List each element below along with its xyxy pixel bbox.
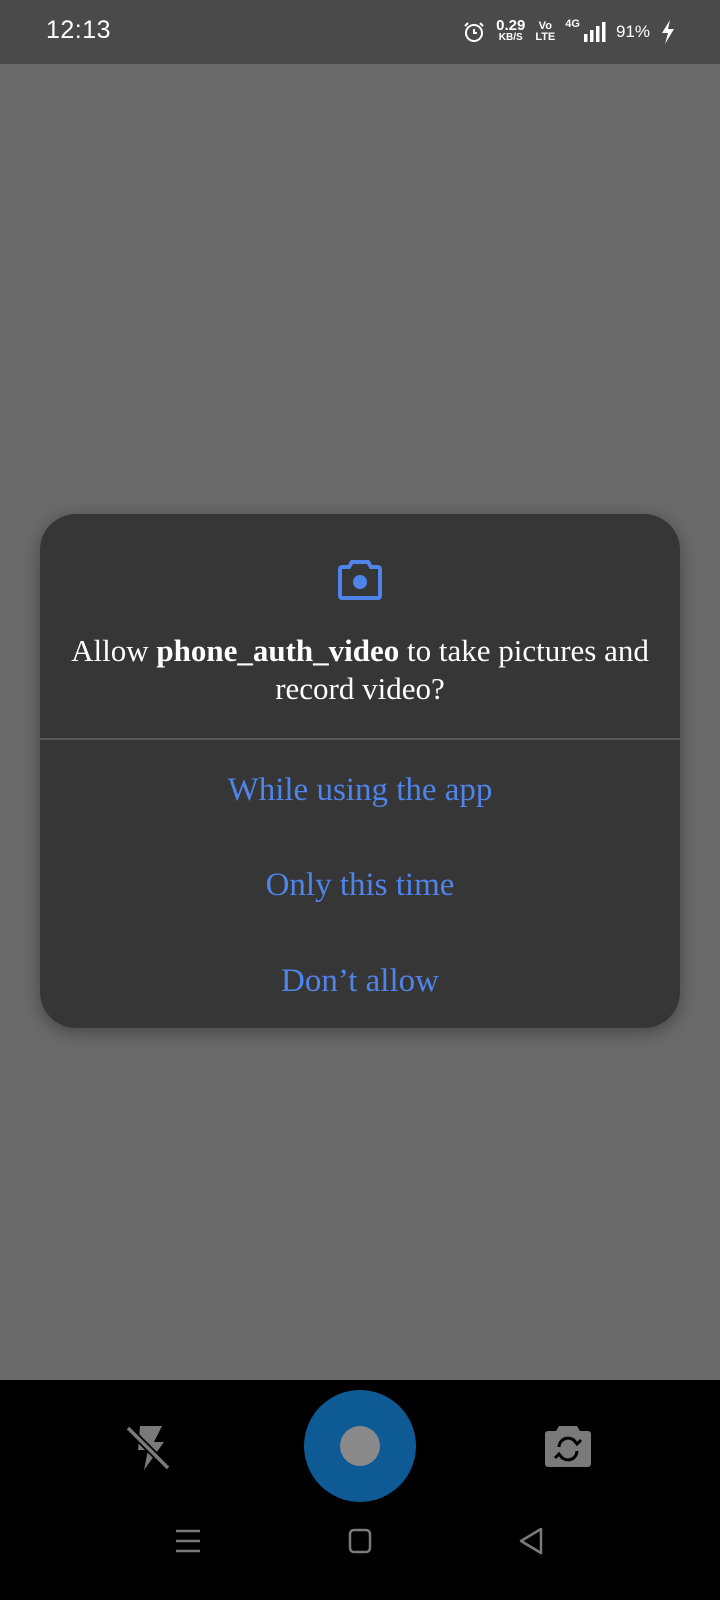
- permission-dialog: Allow phone_auth_video to take pictures …: [40, 514, 680, 1028]
- battery-percent: 91%: [615, 22, 650, 41]
- net-speed-unit: KB/S: [498, 32, 523, 43]
- signal-icon: [583, 22, 606, 42]
- volte-indicator: Vo LTE: [535, 21, 555, 43]
- camera-controls: [0, 1380, 720, 1600]
- flash-off-icon[interactable]: [124, 1422, 172, 1474]
- home-icon[interactable]: [348, 1528, 372, 1554]
- volte-bottom: LTE: [535, 31, 556, 43]
- camera-icon: [338, 560, 382, 600]
- message-prefix: Allow: [71, 633, 157, 668]
- alarm-icon: [464, 22, 484, 42]
- net-speed: 0.29 KB/S: [496, 17, 526, 44]
- dialog-divider: [40, 738, 680, 740]
- status-bar: 12:13 0.29 KB/S Vo LTE 4G 91%: [0, 0, 720, 64]
- back-icon[interactable]: [518, 1526, 544, 1556]
- dialog-message: Allow phone_auth_video to take pictures …: [70, 632, 650, 708]
- recents-icon[interactable]: [174, 1528, 202, 1554]
- status-icons: 0.29 KB/S Vo LTE 4G 91%: [462, 14, 676, 50]
- only-this-time-button[interactable]: Only this time: [40, 845, 680, 925]
- shutter-button[interactable]: [304, 1390, 416, 1502]
- switch-camera-icon[interactable]: [544, 1424, 592, 1468]
- network-type: 4G: [565, 18, 580, 30]
- status-time: 12:13: [46, 16, 112, 44]
- while-using-app-button[interactable]: While using the app: [40, 750, 680, 830]
- shutter-inner: [340, 1426, 380, 1466]
- dont-allow-button[interactable]: Don’t allow: [40, 941, 680, 1021]
- app-name: phone_auth_video: [156, 633, 400, 668]
- net-speed-value: 0.29: [496, 17, 526, 34]
- charging-icon: [662, 20, 674, 44]
